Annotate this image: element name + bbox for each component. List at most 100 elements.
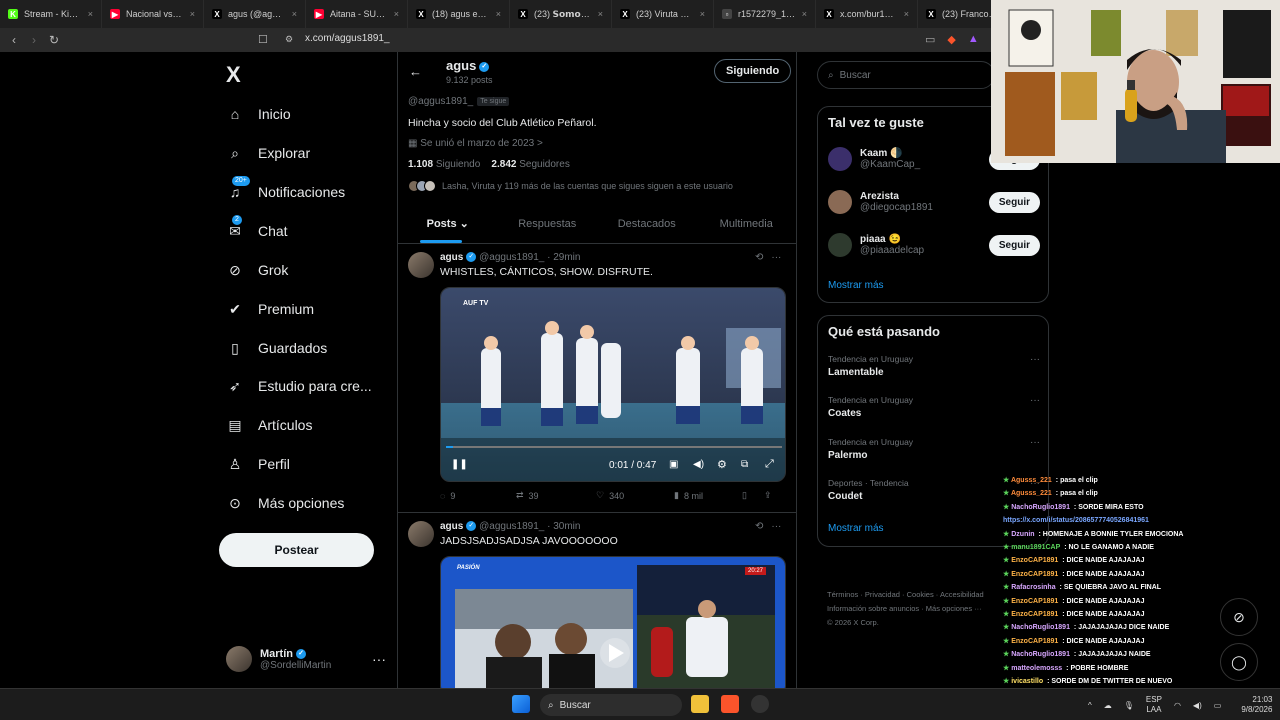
sidebar-item-art-culos[interactable]: ▤ Artículos [226, 413, 312, 437]
close-icon[interactable]: × [496, 9, 501, 19]
tweet[interactable]: agus ✓ @aggus1891_ · 29min ⟲ ··· WHISTLES,… [398, 244, 796, 513]
tweet-time[interactable]: · 30min [547, 521, 580, 532]
obs-icon[interactable] [751, 695, 769, 713]
close-icon[interactable]: × [88, 9, 93, 19]
suggestion-row[interactable]: Arezista @diegocap1891 Seguir [828, 186, 1040, 218]
battery-icon[interactable]: ▭ [1214, 701, 1222, 710]
suggestion-name[interactable]: Arezista [860, 191, 933, 202]
pip-icon[interactable]: ⧉ [741, 459, 748, 470]
language-indicator[interactable]: ESP LAA [1146, 695, 1162, 715]
following-button[interactable]: Siguiendo [714, 59, 792, 83]
volume-icon[interactable]: ◀) [693, 459, 704, 470]
suggestion-name[interactable]: Kaam 🌗 [860, 148, 920, 159]
chat-username[interactable]: Agusss_221 [1011, 477, 1052, 484]
chat-username[interactable]: Rafacrosinha [1011, 584, 1055, 591]
more-icon[interactable]: ··· [372, 651, 386, 667]
windows-start-icon[interactable] [512, 695, 530, 713]
close-icon[interactable]: × [598, 9, 603, 19]
chat-username[interactable]: manu1891CAP [1011, 544, 1060, 551]
url-text[interactable]: x.com/aggus1891_ [305, 33, 390, 44]
search-input[interactable]: ⌕ Buscar [817, 61, 995, 89]
chevron-up-icon[interactable]: ^ [1088, 701, 1092, 710]
avatar[interactable] [408, 521, 434, 547]
close-icon[interactable]: × [292, 9, 297, 19]
chat-username[interactable]: ivicastillo [1011, 678, 1043, 685]
reply-button[interactable]: ◌ 9 [440, 491, 516, 501]
wifi-icon[interactable]: ◠ [1174, 701, 1181, 710]
browser-tab[interactable]: K Stream - Kick Dashb × [0, 0, 102, 28]
volume-icon[interactable]: ◀) [1193, 701, 1202, 710]
tab-replies[interactable]: Respuestas [498, 204, 598, 243]
browser-tab[interactable]: X (23) Viruta en X: "L × [612, 0, 714, 28]
site-info-icon[interactable]: ⚙ [285, 34, 293, 45]
chat-username[interactable]: EnzoCAP1891 [1011, 598, 1058, 605]
sidebar-item-m-s-opciones[interactable]: ⊙ Más opciones [226, 491, 344, 515]
forward-arrow-icon[interactable]: › [24, 33, 44, 47]
tweet-author-handle[interactable]: @aggus1891_ [479, 521, 544, 532]
avatar[interactable] [828, 147, 852, 171]
close-icon[interactable]: × [700, 9, 705, 19]
settings-icon[interactable]: ⚙ [717, 458, 727, 471]
sidebar-item-notificaciones[interactable]: ♫ 20+ Notificaciones [226, 176, 345, 204]
browser-tab[interactable]: X (23) 𝗦𝗼𝗺𝗼𝘀 𝗡𝗮𝗰𝗶𝗼𝗻 × [510, 0, 612, 28]
suggestion-row[interactable]: piaaa 😉 @piaaadelcap Seguir [828, 229, 1040, 261]
sidebar-item-estudio-para-cre[interactable]: ➶ Estudio para cre... [226, 374, 372, 398]
followers-link[interactable]: 2.842 Seguidores [491, 159, 569, 170]
share-icon[interactable]: ⇪ [764, 490, 772, 501]
bookmark-star-icon[interactable]: ☐ [258, 33, 268, 46]
browser-tab[interactable]: ▫ r1572279_1296x72 × [714, 0, 816, 28]
chat-username[interactable]: Dzunin [1011, 531, 1034, 538]
sidebar-item-guardados[interactable]: ▯ Guardados [226, 336, 327, 360]
tweet-video[interactable]: AUF TV ❚❚ 0:01 / 0:47 ▣ ◀) ⚙ ⧉ ⤢ [440, 287, 786, 482]
grok-icon[interactable]: ⟲ [755, 521, 763, 532]
more-icon[interactable]: ··· [1030, 437, 1040, 448]
sidebar-item-grok[interactable]: ⊘ Grok [226, 258, 288, 282]
pause-icon[interactable]: ❚❚ [451, 459, 468, 470]
chat-username[interactable]: NachoRuglio1891 [1011, 624, 1070, 631]
browser-tab[interactable]: ▶ Nacional vs Boston × [102, 0, 204, 28]
chat-username[interactable]: NachoRuglio1891 [1011, 504, 1070, 511]
tab-highlights[interactable]: Destacados [597, 204, 697, 243]
tweet-author-handle[interactable]: @aggus1891_ [479, 252, 544, 263]
like-button[interactable]: ♡ 340 [596, 490, 674, 501]
chat-link[interactable]: https://x.com/i/status/20865777405268419… [1003, 517, 1149, 524]
captions-icon[interactable]: ▣ [669, 459, 678, 470]
messages-float-button[interactable]: ◯ [1220, 643, 1258, 681]
microphone-icon[interactable]: 🎙 [1124, 701, 1134, 710]
sidebar-item-premium[interactable]: ✔ Premium [226, 297, 314, 321]
show-more-link[interactable]: Mostrar más [828, 523, 884, 534]
profile-joined-date[interactable]: Se unió el marzo de 2023 > [420, 138, 543, 149]
footer-line[interactable]: Términos · Privacidad · Cookies · Accesi… [827, 588, 1017, 602]
avatar[interactable] [828, 233, 852, 257]
bookmark-icon[interactable]: ▯ [742, 490, 764, 501]
trend-item[interactable]: Tendencia en Uruguay Coates ··· [828, 395, 1040, 419]
browser-tab[interactable]: X (18) agus en X: "RO × [408, 0, 510, 28]
browser-tab[interactable]: Xagus (@aggus1891 × [204, 0, 306, 28]
chat-username[interactable]: EnzoCAP1891 [1011, 611, 1058, 618]
network-icon[interactable]: ☁ [1104, 701, 1112, 710]
close-icon[interactable]: × [394, 9, 399, 19]
chat-username[interactable]: NachoRuglio1891 [1011, 651, 1070, 658]
reload-icon[interactable]: ↻ [44, 33, 64, 47]
follow-button[interactable]: Seguir [988, 234, 1040, 256]
views-button[interactable]: ▮ 8 mil [674, 490, 742, 501]
brave-browser-icon[interactable] [721, 695, 739, 713]
tweet-author-name[interactable]: agus [440, 521, 463, 532]
trend-item[interactable]: Tendencia en Uruguay Lamentable ··· [828, 354, 1040, 378]
account-switcher[interactable]: Martín ✓ @SordelliMartin ··· [226, 642, 386, 676]
post-button[interactable]: Postear [219, 533, 374, 567]
follow-button[interactable]: Seguir [988, 191, 1040, 213]
chat-username[interactable]: EnzoCAP1891 [1011, 638, 1058, 645]
tab-posts[interactable]: Posts ⌄ [398, 204, 498, 243]
taskbar-search[interactable]: ⌕ Buscar [540, 694, 682, 716]
chat-username[interactable]: matteolemosss [1011, 665, 1062, 672]
trend-item[interactable]: Tendencia en Uruguay Palermo ··· [828, 437, 1040, 461]
more-icon[interactable]: ··· [771, 521, 781, 532]
more-icon[interactable]: ··· [1030, 354, 1040, 365]
back-arrow-icon[interactable]: ← [409, 64, 422, 79]
footer-line[interactable]: Información sobre anuncios · Más opcione… [827, 602, 1017, 616]
grok-icon[interactable]: ⟲ [755, 252, 763, 263]
tab-media[interactable]: Multimedia [697, 204, 797, 243]
browser-tab[interactable]: Xx.com/bur1891/sta × [816, 0, 918, 28]
brave-rewards-icon[interactable]: ▲ [968, 33, 979, 46]
